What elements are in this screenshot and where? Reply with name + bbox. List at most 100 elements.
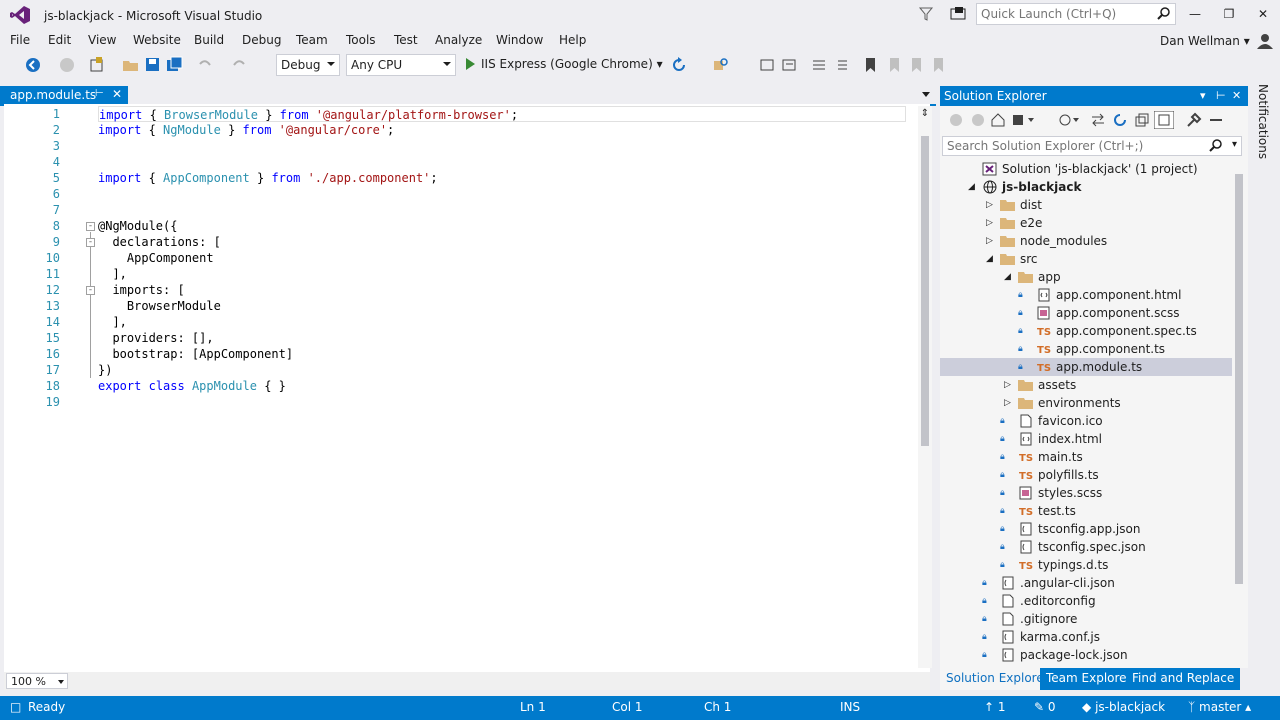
expand-arrow-icon[interactable]: ▷ [1004,394,1014,412]
minimize-button[interactable]: — [1180,5,1210,23]
code-line[interactable]: BrowserModule [98,298,906,314]
navigate-back-icon[interactable] [24,56,42,74]
tree-item[interactable]: 🔒︎ package-lock.json [940,646,1232,664]
navigate-forward-icon[interactable] [58,56,76,74]
previous-bookmark-icon[interactable] [886,56,904,74]
code-line[interactable]: import { NgModule } from '@angular/core'… [98,122,906,138]
quick-launch-input[interactable] [977,4,1153,24]
code-line[interactable] [98,186,906,202]
menu-team[interactable]: Team [296,33,328,47]
search-icon[interactable] [1157,7,1171,21]
pin-tab-icon[interactable]: ⊢ [95,88,104,99]
code-line[interactable]: @NgModule({ [98,218,906,234]
pending-changes-button[interactable]: ✎ 0 [1034,700,1056,714]
search-icon[interactable] [1209,139,1223,153]
menu-view[interactable]: View [88,33,116,47]
close-window-button[interactable]: ✕ [1248,5,1278,23]
code-line[interactable]: bootstrap: [AppComponent] [98,346,906,362]
zoom-select[interactable]: 100 % [6,673,68,689]
code-line[interactable] [98,394,906,410]
collapse-region-icon[interactable]: - [86,222,95,231]
menu-tools[interactable]: Tools [346,33,376,47]
next-bookmark-icon[interactable] [908,56,926,74]
code-line[interactable] [98,202,906,218]
expand-arrow-icon[interactable]: ▷ [1004,376,1014,394]
restore-button[interactable]: ❐ [1214,5,1244,23]
tree-item[interactable]: 🔒︎ TS main.ts [940,448,1232,466]
editor-vertical-scrollbar[interactable]: ⇕ [918,106,932,668]
tab-team-explorer[interactable]: Team Explorer [1040,668,1138,690]
expand-arrow-icon[interactable]: ▷ [986,214,996,232]
code-line[interactable]: export class AppModule { } [98,378,906,394]
tree-item[interactable]: 🔒︎ .gitignore [940,610,1232,628]
menu-debug[interactable]: Debug [242,33,281,47]
platform-select[interactable]: Any CPU [346,54,456,76]
redo-icon[interactable] [230,56,248,74]
solution-search-box[interactable]: ▾ [942,136,1242,156]
solution-search-input[interactable] [943,137,1213,155]
forward-icon[interactable] [970,112,986,128]
tab-app-module-ts[interactable]: app.module.ts ⊢ ✕ [0,86,128,106]
scrollbar-thumb[interactable] [1235,174,1243,584]
branch-button[interactable]: ᛉ master ▴ [1188,700,1251,714]
refresh-icon[interactable] [670,56,688,74]
tree-item[interactable]: 🔒︎ TS polyfills.ts [940,466,1232,484]
window-position-icon[interactable]: ▾ [1200,89,1206,102]
preview-selected-items-icon[interactable] [1208,112,1224,128]
tree-item[interactable]: 🔒︎ .angular-cli.json [940,574,1232,592]
expand-arrow-icon[interactable]: ▷ [986,196,996,214]
pending-changes-filter-icon[interactable] [1058,112,1082,128]
unpushed-commits-button[interactable]: ↑ 1 [984,700,1006,714]
code-line[interactable]: }) [98,362,906,378]
tree-item[interactable]: 🔒︎ tsconfig.spec.json [940,538,1232,556]
tab-find-and-replace[interactable]: Find and Replace [1126,668,1241,690]
code-line[interactable] [98,154,906,170]
uncomment-lines-icon[interactable] [832,56,850,74]
refresh-tree-icon[interactable] [1112,112,1128,128]
menu-help[interactable]: Help [559,33,586,47]
code-line[interactable]: import { AppComponent } from './app.comp… [98,170,906,186]
step-into-icon[interactable] [758,56,776,74]
tree-item[interactable]: 🔒︎ index.html [940,430,1232,448]
save-all-icon[interactable] [166,56,184,74]
comment-lines-icon[interactable] [810,56,828,74]
code-line[interactable]: declarations: [ [98,234,906,250]
tree-item[interactable]: ◢ src [940,250,1232,268]
quick-launch-box[interactable] [976,3,1176,25]
collapse-arrow-icon[interactable]: ◢ [986,250,996,268]
undo-icon[interactable] [196,56,214,74]
collapse-region-icon[interactable]: - [86,286,95,295]
tree-item[interactable]: 🔒︎ TS app.module.ts [940,358,1232,376]
menu-website[interactable]: Website [133,33,181,47]
step-over-icon[interactable] [780,56,798,74]
collapse-arrow-icon[interactable]: ◢ [1004,268,1014,286]
tree-item[interactable]: 🔒︎ tsconfig.app.json [940,520,1232,538]
tree-item[interactable]: Solution 'js-blackjack' (1 project) [940,160,1232,178]
tree-item[interactable]: 🔒︎ styles.scss [940,484,1232,502]
find-in-files-icon[interactable] [712,56,730,74]
tree-item[interactable]: 🔒︎ favicon.ico [940,412,1232,430]
open-file-icon[interactable] [122,56,140,74]
code-line[interactable]: import { BrowserModule } from '@angular/… [98,106,906,122]
menu-edit[interactable]: Edit [48,33,71,47]
menu-window[interactable]: Window [496,33,543,47]
menu-test[interactable]: Test [394,33,418,47]
search-options-dropdown-icon[interactable]: ▾ [1232,139,1237,150]
tree-item[interactable]: 🔒︎ TS app.component.spec.ts [940,322,1232,340]
split-window-icon[interactable]: ⇕ [919,108,931,122]
configuration-select[interactable]: Debug [276,54,340,76]
code-editor[interactable]: 1 2 3 4 5 6 7 8 9 10 11 12 13 14 15 16 1… [4,104,932,674]
tree-item[interactable]: ▷ dist [940,196,1232,214]
tree-item[interactable]: 🔒︎ app.component.html [940,286,1232,304]
new-project-icon[interactable] [88,56,106,74]
home-icon[interactable] [990,112,1006,128]
notifications-side-tab[interactable]: Notifications [1252,84,1274,159]
menu-build[interactable]: Build [194,33,224,47]
user-avatar-icon[interactable] [1256,33,1274,49]
code-line[interactable]: imports: [ [98,282,906,298]
tree-item[interactable]: ▷ environments [940,394,1232,412]
code-line[interactable]: providers: [], [98,330,906,346]
clear-bookmarks-icon[interactable] [930,56,948,74]
tree-item[interactable]: ▷ e2e [940,214,1232,232]
tree-item[interactable]: 🔒︎ TS typings.d.ts [940,556,1232,574]
